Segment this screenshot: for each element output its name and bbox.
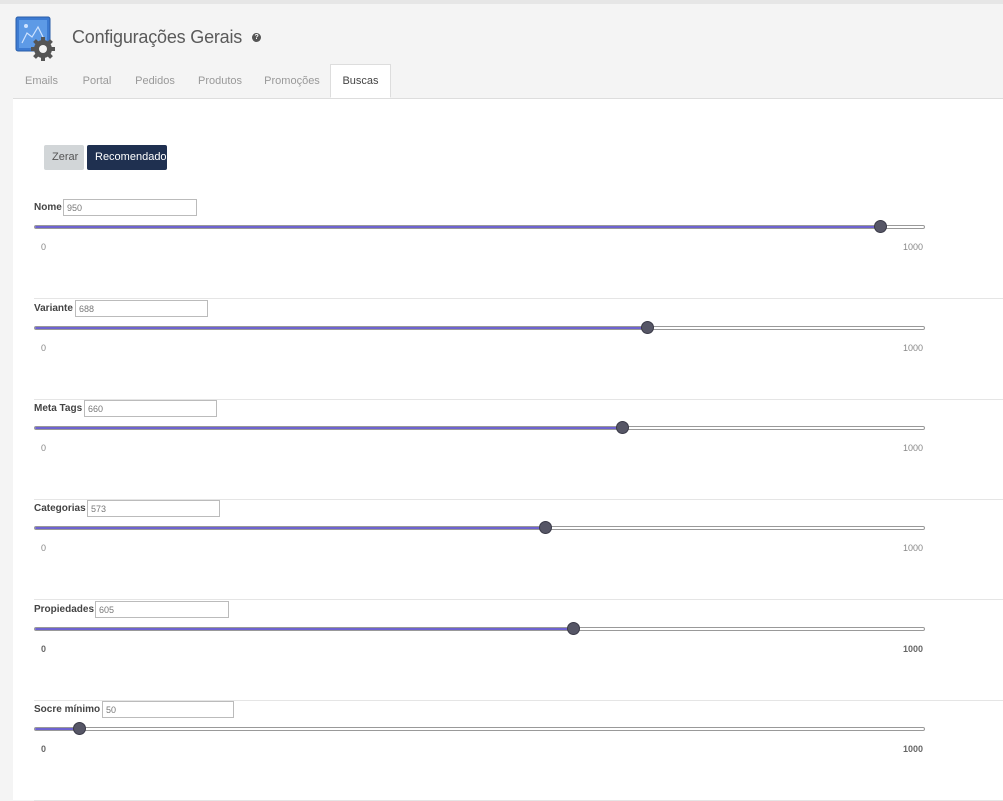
slider-label: Socre mínimo [34,704,101,715]
slider-fill [35,226,880,228]
recommended-button[interactable]: Recomendado [87,145,167,170]
tab-produtos[interactable]: Produtos [188,64,252,98]
slider-min-label: 0 [41,744,47,754]
propiedades-weight-input[interactable] [95,601,229,618]
slider-group-meta-tags: Meta Tags 0 1000 [34,400,1003,500]
slider-fill [35,427,622,429]
slider-group-nome: Nome 0 1000 [34,199,1003,299]
slider-thumb[interactable] [641,321,654,334]
slider-max-label: 1000 [903,644,924,654]
question-circle-icon[interactable]: ? [252,32,262,42]
nome-weight-input[interactable] [63,199,197,216]
slider-group-categorias: Categorias 0 1000 [34,500,1003,600]
slider-thumb[interactable] [874,220,888,233]
page-header: Configurações Gerais ? [13,12,262,62]
slider-max-label: 1000 [903,744,924,754]
top-border [0,0,1003,4]
slider-max-label: 1000 [903,242,924,252]
slider-max-label: 1000 [903,343,924,353]
slider-thumb[interactable] [616,421,630,434]
tab-buscas[interactable]: Buscas [330,64,391,98]
divider [34,298,1003,299]
tab-portal[interactable]: Portal [73,64,121,98]
slider-group-variante: Variante 0 1000 [34,300,1003,400]
slider-track[interactable] [34,526,925,530]
categorias-weight-input[interactable] [87,500,220,517]
slider-fill [35,527,545,529]
tab-pedidos[interactable]: Pedidos [125,64,185,98]
variante-weight-input[interactable] [75,300,208,317]
reset-button[interactable]: Zerar [44,145,84,170]
slider-label: Categorias [34,503,86,514]
tab-emails[interactable]: Emails [13,64,70,98]
slider-min-label: 0 [41,443,47,453]
slider-track[interactable] [34,326,925,330]
score-minimo-input[interactable] [102,701,234,718]
meta-tags-weight-input[interactable] [84,400,217,417]
slider-group-score-minimo: Socre mínimo 0 1000 [34,701,1003,801]
slider-track[interactable] [34,225,925,229]
slider-group-propiedades: Propiedades 0 1000 [34,601,1003,701]
tab-promocoes[interactable]: Promoções [256,64,328,98]
slider-fill [35,327,647,329]
slider-label: Nome [34,202,62,213]
slider-thumb[interactable] [72,722,86,735]
page-title: Configurações Gerais [72,26,243,47]
slider-max-label: 1000 [903,443,924,453]
slider-label: Variante [34,303,73,314]
slider-track[interactable] [34,426,925,430]
settings-gear-icon [13,13,61,61]
slider-min-label: 0 [41,242,47,252]
slider-track[interactable] [34,627,925,631]
slider-min-label: 0 [41,343,47,353]
slider-label: Propiedades [34,604,95,615]
tab-bar: Emails Portal Pedidos Produtos Promoções… [13,64,1003,99]
slider-track[interactable] [34,727,925,731]
slider-label: Meta Tags [34,403,83,414]
slider-min-label: 0 [41,543,47,553]
slider-thumb[interactable] [567,622,581,635]
slider-max-label: 1000 [903,543,924,553]
slider-thumb[interactable] [538,521,552,534]
divider [34,599,1003,600]
slider-min-label: 0 [41,644,47,654]
slider-fill [35,628,573,630]
search-settings-panel: Zerar Recomendado Nome 0 1000 Variante 0… [13,99,1003,801]
